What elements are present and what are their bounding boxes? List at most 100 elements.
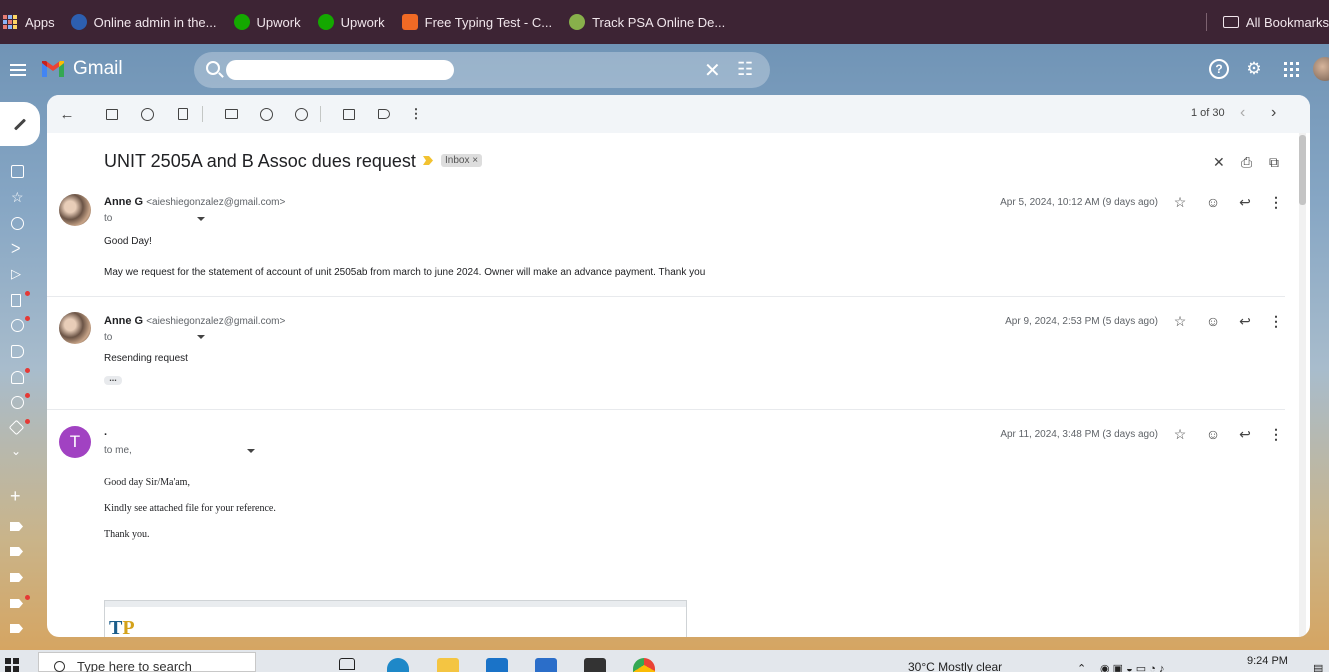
label-icon[interactable] [10, 522, 23, 531]
help-icon[interactable]: ? [1209, 59, 1229, 79]
bookmark-online-admin[interactable]: Online admin in the... [70, 0, 217, 44]
emoji-reaction-icon[interactable]: ☺ [1204, 426, 1222, 442]
search-input[interactable] [226, 60, 454, 80]
main-menu-icon[interactable] [10, 61, 26, 79]
reply-icon[interactable]: ↩ [1236, 194, 1254, 211]
reply-icon[interactable]: ↩ [1236, 313, 1254, 330]
inbox-icon[interactable] [11, 165, 24, 178]
message-date: Apr 9, 2024, 2:53 PM (5 days ago) [1005, 316, 1158, 327]
spam-icon[interactable] [11, 319, 24, 332]
add-task-icon[interactable] [293, 106, 309, 122]
promotions-icon[interactable] [8, 419, 25, 436]
message-date: Apr 11, 2024, 3:48 PM (3 days ago) [1000, 429, 1158, 440]
terminal-icon[interactable] [584, 658, 606, 672]
inbox-label-chip[interactable]: Inbox × [441, 154, 483, 167]
google-apps-icon[interactable] [1281, 59, 1301, 79]
star-icon[interactable]: ☆ [1171, 426, 1189, 443]
search-options-icon[interactable]: ☷ [737, 59, 753, 80]
clear-search-icon[interactable]: ✕ [704, 58, 721, 83]
star-icon[interactable]: ☆ [1171, 313, 1189, 330]
sender-avatar[interactable]: T [59, 426, 91, 458]
sender[interactable]: . [104, 426, 107, 438]
message-divider [47, 409, 1285, 410]
emoji-reaction-icon[interactable]: ☺ [1204, 313, 1222, 329]
bookmark-upwork-1[interactable]: Upwork [233, 0, 301, 44]
more-options-icon[interactable]: ⋮ [408, 106, 424, 122]
inline-attachment-image[interactable]: TP [104, 600, 687, 637]
scrollbar-thumb[interactable] [1299, 135, 1306, 205]
file-explorer-icon[interactable] [437, 658, 459, 672]
collapse-all-icon[interactable]: ✕ [1213, 154, 1225, 171]
important-icon[interactable]: ᐳ [11, 242, 24, 256]
show-details-icon[interactable] [197, 335, 205, 339]
scrollbar-track[interactable] [1299, 133, 1306, 637]
gmail-logo[interactable]: Gmail [40, 58, 123, 80]
bookmark-typing-test[interactable]: Free Typing Test - C... [401, 0, 552, 44]
more-actions-icon[interactable]: ⋮ [1267, 426, 1285, 443]
sent-icon[interactable]: ▷ [11, 267, 24, 281]
sender-avatar[interactable] [59, 194, 91, 226]
search-icon[interactable] [206, 61, 220, 75]
more-actions-icon[interactable]: ⋮ [1267, 194, 1285, 211]
mark-unread-icon[interactable] [223, 106, 239, 122]
tray-chevron-icon[interactable]: ⌃ [1077, 662, 1086, 672]
mail-icon[interactable] [486, 658, 508, 672]
snoozed-icon[interactable] [11, 217, 24, 230]
open-new-window-icon[interactable]: ⧉ [1269, 154, 1279, 171]
all-bookmarks[interactable]: All Bookmarks [1222, 0, 1329, 44]
back-arrow-icon[interactable]: ← [59, 106, 75, 123]
settings-gear-icon[interactable]: ⚙ [1244, 59, 1264, 79]
bookmark-apps[interactable]: Apps [0, 0, 55, 44]
drafts-icon[interactable] [11, 294, 21, 307]
importance-marker-icon[interactable] [423, 156, 433, 165]
show-details-icon[interactable] [247, 449, 255, 453]
sender-email: <aieshiegonzalez@gmail.com> [146, 197, 286, 208]
label-icon[interactable] [10, 624, 23, 633]
account-avatar[interactable] [1313, 57, 1329, 81]
newer-chevron-icon[interactable]: ‹ [1240, 104, 1245, 122]
sender[interactable]: Anne G <aieshiegonzalez@gmail.com> [104, 196, 285, 208]
starred-icon[interactable]: ☆ [11, 190, 24, 204]
archive-icon[interactable] [104, 106, 120, 122]
sender-avatar[interactable] [59, 312, 91, 344]
reply-icon[interactable]: ↩ [1236, 426, 1254, 443]
email-subject: UNIT 2505A and B Assoc dues request [104, 151, 416, 171]
report-spam-icon[interactable] [139, 106, 155, 122]
star-icon[interactable]: ☆ [1171, 194, 1189, 211]
more-chevron-icon[interactable]: ⌄ [11, 445, 24, 458]
bookmark-psa[interactable]: Track PSA Online De... [569, 0, 725, 44]
move-to-icon[interactable] [341, 106, 357, 122]
bookmark-label: Online admin in the... [93, 14, 217, 30]
label-icon[interactable] [10, 547, 23, 556]
taskbar-search-icon [54, 661, 65, 672]
categories-icon[interactable] [11, 345, 24, 358]
search-bar[interactable]: ✕ ☷ [194, 52, 770, 88]
taskbar-search[interactable]: Type here to search [38, 652, 256, 672]
bookmark-upwork-2[interactable]: Upwork [317, 0, 385, 44]
taskbar-clock[interactable]: 9:24 PM [1247, 655, 1288, 667]
message-body-line: Kindly see attached file for your refere… [104, 503, 276, 514]
label-icon[interactable] [10, 573, 23, 582]
sender[interactable]: Anne G <aieshiegonzalez@gmail.com> [104, 315, 285, 327]
create-label-icon[interactable]: + [10, 487, 21, 505]
task-view-icon[interactable] [339, 658, 355, 670]
weather-widget[interactable]: 30°C Mostly clear [908, 660, 1002, 672]
show-details-icon[interactable] [197, 217, 205, 221]
label-as-icon[interactable] [376, 106, 392, 122]
emoji-reaction-icon[interactable]: ☺ [1204, 194, 1222, 210]
older-chevron-icon[interactable]: › [1271, 104, 1276, 122]
social-icon[interactable] [11, 371, 24, 384]
email-toolbar: ← ⋮ 1 of 30 ‹ › [47, 95, 1310, 133]
snooze-icon[interactable] [258, 106, 274, 122]
store-icon[interactable] [535, 658, 557, 672]
compose-button[interactable] [0, 102, 40, 146]
notifications-icon[interactable]: ▤ [1313, 662, 1323, 672]
label-icon[interactable] [10, 599, 23, 608]
show-trimmed-content-icon[interactable]: ... [104, 374, 122, 385]
delete-icon[interactable] [175, 106, 191, 122]
windows-start-icon[interactable] [5, 658, 19, 672]
print-icon[interactable]: ⎙ [1241, 154, 1252, 171]
more-actions-icon[interactable]: ⋮ [1267, 313, 1285, 330]
updates-icon[interactable] [11, 396, 24, 409]
tray-icons[interactable]: ◉ ▣ ◒ ▭ ◔ ♪ [1100, 662, 1164, 672]
